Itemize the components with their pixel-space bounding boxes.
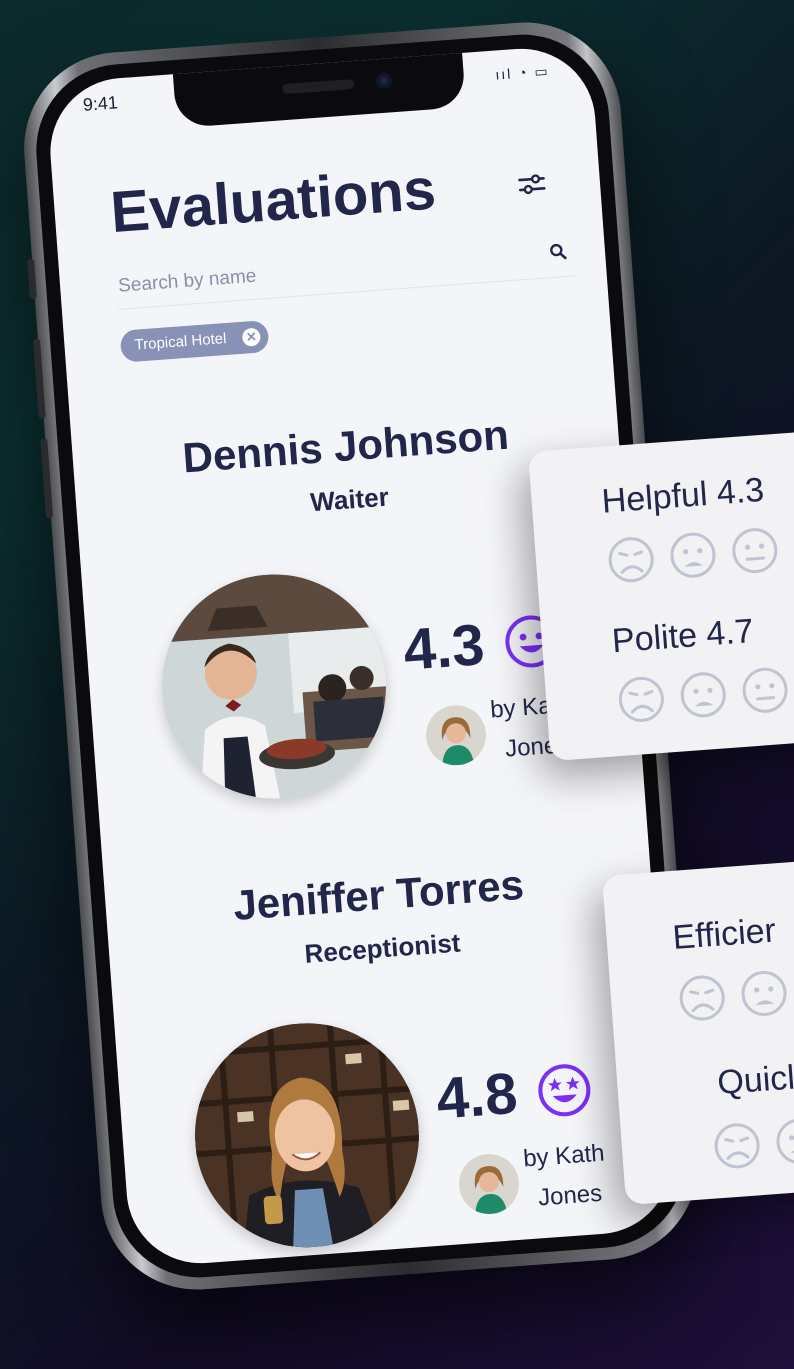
sad-face-icon[interactable] [737,967,791,1021]
receptionist-photo-illustration [187,1015,427,1256]
filter-chip[interactable]: Tropical Hotel ✕ [119,319,270,363]
sad-face-icon[interactable] [772,1115,794,1169]
chip-close-icon[interactable]: ✕ [241,327,261,347]
very-sad-face-icon[interactable] [710,1119,764,1173]
rating-face-row [675,967,790,1025]
average-score: 4.3 [401,612,487,683]
status-icons: ııl ◔ ▭ [494,62,551,83]
sad-face-icon[interactable] [666,528,720,582]
notch [172,50,467,129]
reviewer-line2: Jones [537,1179,604,1212]
waiter-photo-illustration [154,566,394,807]
employee-card[interactable]: Jeniffer Torres Receptionist 4.8 by Kath… [103,831,677,1268]
very-sad-face-icon[interactable] [604,533,658,587]
front-camera [375,72,393,90]
reviewer-photo [423,703,489,768]
rating-face-row [615,664,792,727]
rating-face-row [604,524,781,587]
reviewer-avatar [423,703,489,768]
reviewer-line1: by Kath [522,1139,606,1173]
search-input[interactable] [114,239,521,305]
neutral-face-icon[interactable] [728,524,782,578]
rating-label: Efficier [671,911,778,957]
rating-panel[interactable]: Efficier Quicl [602,856,794,1206]
reviewer-photo [456,1151,522,1217]
rating-label: Quicl [716,1058,794,1103]
very-sad-face-icon[interactable] [675,971,729,1025]
reviewer-avatar [456,1151,522,1217]
filter-sliders-icon[interactable] [517,171,547,197]
employee-photo [154,566,394,807]
average-score: 4.8 [434,1060,520,1132]
star-eyes-face-icon [538,1064,591,1117]
volume-down-button [40,438,54,519]
rating-label: Helpful 4.3 [600,470,766,521]
filter-chip-label: Tropical Hotel [134,330,227,354]
status-time: 9:41 [82,92,119,115]
neutral-face-icon[interactable] [738,664,792,718]
rating-face-row [710,1115,794,1173]
very-sad-face-icon[interactable] [615,673,669,727]
rating-label: Polite 4.7 [610,612,755,661]
scene: 9:41 ııl ◔ ▭ Evaluations Search by name … [0,0,794,1369]
sad-face-icon[interactable] [676,668,730,722]
page-title: Evaluations [108,156,438,246]
rating-panel[interactable]: Helpful 4.3 Polite 4.7 [528,430,794,762]
search-icon[interactable] [548,242,567,261]
search-bar [114,229,575,310]
mute-switch [27,258,37,300]
speaker-grille [281,78,355,95]
employee-photo [187,1015,427,1256]
volume-up-button [32,338,46,419]
